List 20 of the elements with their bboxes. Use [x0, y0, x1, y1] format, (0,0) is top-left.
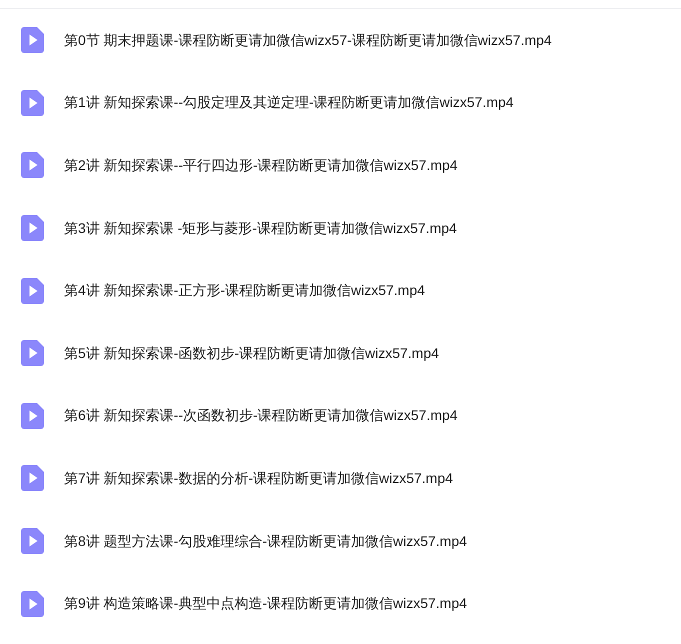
file-name[interactable]: 第9讲 构造策略课-典型中点构造-课程防断更请加微信wizx57.mp4 — [64, 593, 467, 614]
file-name[interactable]: 第5讲 新知探索课-函数初步-课程防断更请加微信wizx57.mp4 — [64, 342, 439, 364]
file-name[interactable]: 第4讲 新知探索课-正方形-课程防断更请加微信wizx57.mp4 — [64, 280, 425, 302]
file-name[interactable]: 第7讲 新知探索课-数据的分析-课程防断更请加微信wizx57.mp4 — [64, 468, 453, 489]
file-name[interactable]: 第2讲 新知探索课--平行四边形-课程防断更请加微信wizx57.mp4 — [64, 154, 458, 176]
file-name[interactable]: 第3讲 新知探索课 -矩形与菱形-课程防断更请加微信wizx57.mp4 — [64, 218, 457, 239]
video-file-icon — [21, 215, 44, 242]
file-name[interactable]: 第8讲 题型方法课-勾股难理综合-课程防断更请加微信wizx57.mp4 — [64, 530, 467, 552]
video-file-icon — [21, 27, 44, 54]
video-file-icon — [21, 465, 44, 492]
video-file-icon — [21, 340, 44, 366]
video-file-icon — [21, 528, 44, 554]
video-file-icon — [21, 90, 44, 116]
file-name[interactable]: 第6讲 新知探索课--次函数初步-课程防断更请加微信wizx57.mp4 — [64, 405, 458, 426]
video-file-icon — [21, 590, 44, 617]
video-file-icon — [21, 402, 44, 429]
video-file-icon — [21, 278, 44, 304]
file-name[interactable]: 第1讲 新知探索课--勾股定理及其逆定理-课程防断更请加微信wizx57.mp4 — [64, 92, 514, 114]
file-name[interactable]: 第0节 期末押题课-课程防断更请加微信wizx57-课程防断更请加微信wizx57.mp4 — [64, 30, 552, 51]
video-file-icon — [21, 152, 44, 178]
